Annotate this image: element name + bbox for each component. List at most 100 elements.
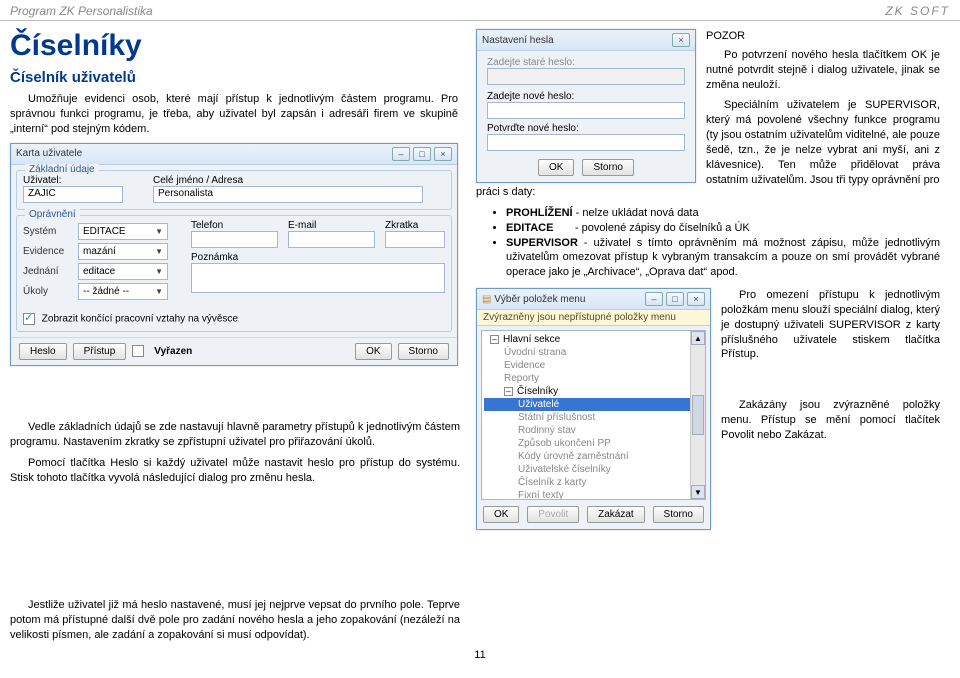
tree-item[interactable]: Kódy úrovně zaměstnání	[484, 450, 703, 463]
zakazat-button[interactable]: Zakázat	[587, 506, 645, 523]
page-number: 11	[10, 649, 950, 661]
maximize-icon[interactable]: □	[413, 147, 431, 161]
combo-value: -- žádné --	[83, 286, 129, 297]
new-pass-label: Zadejte nové heslo:	[487, 91, 685, 102]
close-icon[interactable]: ×	[434, 147, 452, 161]
tree-label: Uživatelské číselníky	[518, 464, 611, 475]
scrollbar[interactable]: ▲ ▼	[690, 331, 705, 499]
show-ending-checkbox[interactable]	[23, 313, 35, 325]
brand-name: ZK SOFT	[885, 4, 950, 18]
collapse-icon[interactable]: –	[504, 387, 513, 396]
tree-item[interactable]: Číselník z karty	[484, 476, 703, 489]
heslo-button[interactable]: Heslo	[19, 343, 67, 360]
perm-desc: - povolené zápisy do číselníků a ÚK	[553, 222, 749, 234]
menu-select-dialog: ▤ Výběr položek menu – □ × Zvýrazněny js…	[476, 288, 711, 530]
tree-item[interactable]: –Číselníky	[484, 385, 703, 398]
right-para-1: Pro omezení přístupu k jednotlivým polož…	[721, 288, 940, 362]
name-field[interactable]: Personalista	[153, 186, 423, 203]
tree-item[interactable]: Uživatelské číselníky	[484, 463, 703, 476]
cancel-button[interactable]: Storno	[653, 506, 704, 523]
right-para-2: Zakázány jsou zvýrazněné položky menu. P…	[721, 398, 940, 443]
jedn-combo[interactable]: editace ▼	[78, 263, 168, 280]
basic-group: Základní údaje Uživatel: ZAJIC Celé jmén…	[16, 170, 452, 210]
list-item: EDITACE - povolené zápisy do číselníků a…	[506, 221, 940, 236]
left-para-1: Vedle základních údajů se zde nastavují …	[10, 420, 460, 450]
pristup-button[interactable]: Přístup	[73, 343, 127, 360]
tree-root[interactable]: –Hlavní sekce	[484, 333, 703, 346]
close-icon[interactable]: ×	[687, 292, 705, 306]
tree-label: Úvodní strana	[504, 347, 566, 358]
email-field[interactable]	[288, 231, 375, 248]
program-name: Program ZK Personalistika	[10, 4, 153, 18]
book-icon: ▤	[482, 294, 494, 305]
scroll-thumb[interactable]	[692, 395, 704, 435]
tel-field[interactable]	[191, 231, 278, 248]
tree-item[interactable]: Státní příslušnost	[484, 411, 703, 424]
confirm-pass-field[interactable]	[487, 134, 685, 151]
vyrazen-label: Vyřazen	[154, 346, 192, 357]
menu-tree[interactable]: –Hlavní sekce Úvodní strana Evidence Rep…	[481, 330, 706, 500]
system-combo[interactable]: EDITACE ▼	[78, 223, 168, 240]
cancel-button[interactable]: Storno	[398, 343, 449, 360]
tree-item-selected[interactable]: Uživatelé	[484, 398, 703, 411]
tree-label: Hlavní sekce	[503, 334, 560, 345]
tree-label: Fixní texty	[518, 490, 564, 500]
tree-label: Státní příslušnost	[518, 412, 595, 423]
left-para-2: Pomocí tlačítka Heslo si každý uživatel …	[10, 456, 460, 486]
ok-button[interactable]: OK	[483, 506, 519, 523]
combo-value: editace	[83, 266, 115, 277]
chevron-down-icon: ▼	[155, 227, 163, 236]
collapse-icon[interactable]: –	[490, 335, 499, 344]
tree-label: Uživatelé	[518, 399, 559, 410]
tree-label: Číselníky	[517, 386, 558, 397]
tree-item[interactable]: Evidence	[484, 359, 703, 372]
tree-label: Rodinný stav	[518, 425, 576, 436]
combo-value: EDITACE	[83, 226, 126, 237]
tree-item[interactable]: Reporty	[484, 372, 703, 385]
minimize-icon[interactable]: –	[392, 147, 410, 161]
tree-item[interactable]: Fixní texty	[484, 489, 703, 500]
tree-item[interactable]: Rodinný stav	[484, 424, 703, 437]
tree-label: Způsob ukončení PP	[518, 438, 611, 449]
perm-group: Oprávnění Systém EDITACE▼ Evidence mazán…	[16, 215, 452, 332]
pozor-title: POZOR	[706, 29, 940, 44]
scroll-up-icon[interactable]: ▲	[691, 331, 705, 345]
note-field[interactable]	[191, 263, 445, 293]
old-pass-label: Zadejte staré heslo:	[487, 57, 685, 68]
note-label: Poznámka	[191, 252, 445, 263]
dialog-titlebar: Karta uživatele – □ ×	[11, 144, 457, 165]
intro-text: Umožňuje evidenci osob, které mají příst…	[10, 92, 458, 137]
system-label: Systém	[23, 226, 78, 237]
list-item: PROHLÍŽENÍ - nelze ukládat nová data	[506, 206, 940, 221]
vyrazen-checkbox[interactable]	[132, 345, 144, 357]
chevron-down-icon: ▼	[155, 247, 163, 256]
pozor-text-2: Speciálním uživatelem je SUPERVISOR, kte…	[706, 98, 940, 187]
zkratka-label: Zkratka	[385, 220, 445, 231]
permission-list: PROHLÍŽENÍ - nelze ukládat nová data EDI…	[506, 206, 940, 280]
group-title: Základní údaje	[25, 164, 99, 175]
tree-item[interactable]: Úvodní strana	[484, 346, 703, 359]
new-pass-field[interactable]	[487, 102, 685, 119]
page-header: Program ZK Personalistika ZK SOFT	[0, 0, 960, 21]
tree-label: Kódy úrovně zaměstnání	[518, 451, 629, 462]
chevron-down-icon: ▼	[155, 287, 163, 296]
close-icon[interactable]: ×	[672, 33, 690, 47]
evid-combo[interactable]: mazání▼	[78, 243, 168, 260]
ok-button[interactable]: OK	[538, 159, 574, 176]
ukoly-combo[interactable]: -- žádné -- ▼	[78, 283, 168, 300]
minimize-icon[interactable]: –	[645, 292, 663, 306]
user-label: Uživatel:	[23, 175, 123, 186]
zkratka-field[interactable]	[385, 231, 445, 248]
scroll-down-icon[interactable]: ▼	[691, 485, 705, 499]
ok-button[interactable]: OK	[355, 343, 391, 360]
user-field[interactable]: ZAJIC	[23, 186, 123, 203]
tree-item[interactable]: Způsob ukončení PP	[484, 437, 703, 450]
tree-label: Evidence	[504, 360, 545, 371]
cancel-button[interactable]: Storno	[582, 159, 633, 176]
old-pass-field[interactable]	[487, 68, 685, 85]
chevron-down-icon: ▼	[155, 267, 163, 276]
povolit-button[interactable]: Povolit	[527, 506, 579, 523]
perm-desc: - nelze ukládat nová data	[573, 207, 699, 219]
maximize-icon[interactable]: □	[666, 292, 684, 306]
name-label: Celé jméno / Adresa	[153, 175, 445, 186]
